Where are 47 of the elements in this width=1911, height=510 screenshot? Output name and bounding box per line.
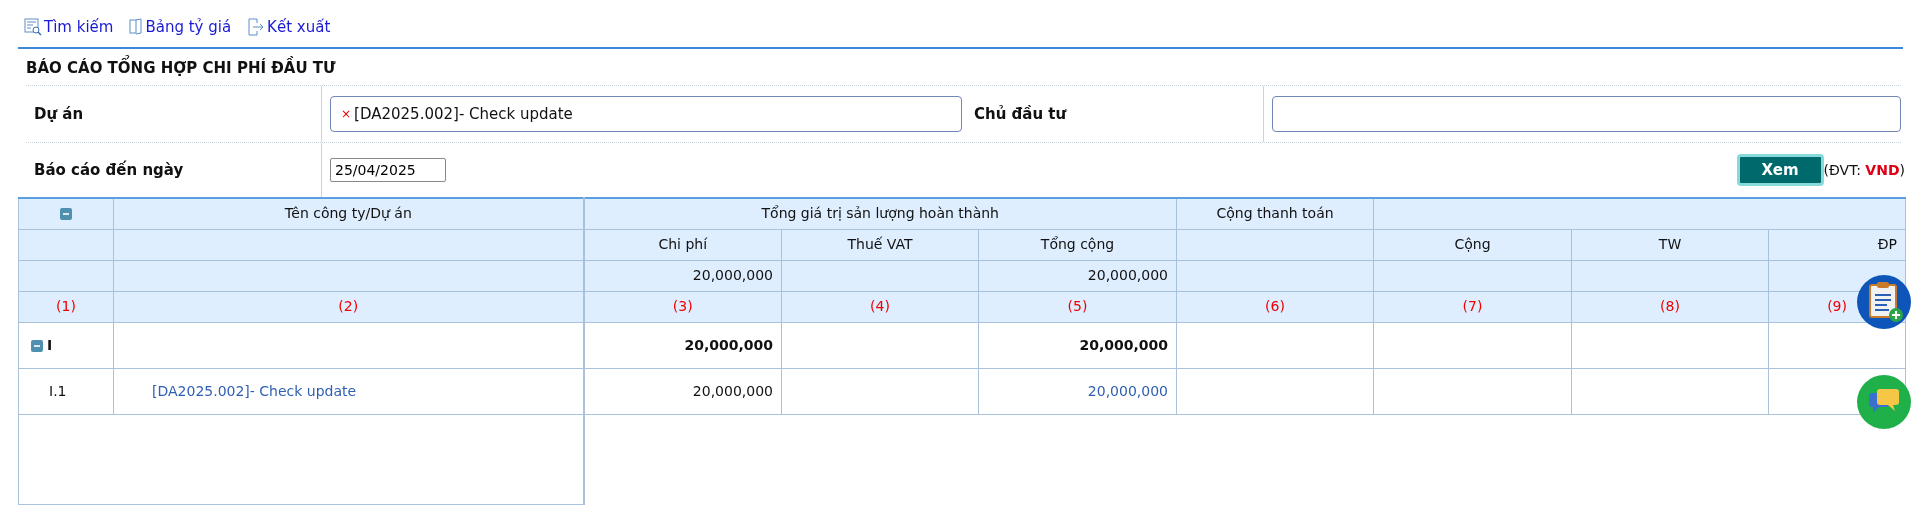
toolbar-link[interactable]: Kết xuất bbox=[247, 16, 331, 39]
unit-note: (ĐVT: VND) bbox=[1823, 160, 1905, 180]
column-number: (8) bbox=[1660, 298, 1680, 314]
search-icon bbox=[24, 18, 42, 37]
column-header: Chi phí bbox=[658, 236, 708, 252]
table-cell: 20,000,000 bbox=[692, 382, 773, 399]
view-button[interactable]: Xem bbox=[1736, 153, 1824, 187]
field-label: Dự án bbox=[26, 86, 322, 142]
owner-input[interactable] bbox=[1272, 96, 1901, 132]
project-select[interactable]: × [DA2025.002]- Check update bbox=[330, 96, 962, 132]
tag-text: [DA2025.002]- Check update bbox=[354, 103, 573, 125]
column-number: (6) bbox=[1265, 298, 1285, 314]
field-label: Báo cáo đến ngày bbox=[26, 143, 322, 197]
column-header: Tổng cộng bbox=[1040, 236, 1115, 252]
column-header: ĐP bbox=[1877, 236, 1898, 252]
column-header: Cộng bbox=[1454, 236, 1491, 252]
book-icon bbox=[129, 18, 144, 37]
remove-icon[interactable]: × bbox=[341, 105, 352, 123]
column-header: Thuế VAT bbox=[847, 236, 913, 252]
column-number: (2) bbox=[338, 298, 359, 314]
column-header: Cộng thanh toán bbox=[1216, 205, 1334, 222]
column-header: TW bbox=[1658, 236, 1682, 252]
column-number: (4) bbox=[870, 298, 890, 314]
column-number: (1) bbox=[56, 298, 76, 314]
project-link[interactable]: [DA2025.002]- Check update bbox=[152, 382, 357, 399]
row-number: I.1 bbox=[49, 382, 67, 399]
date-input[interactable]: 25/04/2025 bbox=[330, 158, 446, 182]
chat-icon[interactable] bbox=[1857, 375, 1911, 429]
field-label: Chủ đầu tư bbox=[962, 86, 1264, 142]
column-header: 20,000,000 bbox=[1087, 267, 1169, 283]
column-number: (7) bbox=[1462, 298, 1483, 314]
value-link[interactable]: 20,000,000 bbox=[1087, 382, 1169, 399]
report-title: BÁO CÁO TỔNG HỢP CHI PHÍ ĐẦU TƯ bbox=[0, 48, 1911, 85]
collapse-icon[interactable] bbox=[31, 339, 43, 352]
column-number: (3) bbox=[672, 298, 693, 314]
column-number: (9) bbox=[1827, 298, 1847, 314]
column-header: Tổng giá trị sản lượng hoàn thành bbox=[761, 205, 999, 222]
column-header: Tên công ty/Dự án bbox=[284, 205, 412, 222]
toolbar-link[interactable]: Bảng tỷ giá bbox=[129, 16, 232, 39]
table-cell: 20,000,000 bbox=[684, 336, 773, 353]
collapse-icon[interactable] bbox=[60, 208, 72, 221]
export-icon bbox=[247, 17, 266, 38]
column-header: 20,000,000 bbox=[692, 267, 773, 283]
row-number: I bbox=[47, 336, 53, 353]
toolbar-link[interactable]: Tìm kiếm bbox=[24, 16, 114, 39]
table-cell: 20,000,000 bbox=[1079, 336, 1169, 353]
column-number: (5) bbox=[1067, 298, 1088, 314]
